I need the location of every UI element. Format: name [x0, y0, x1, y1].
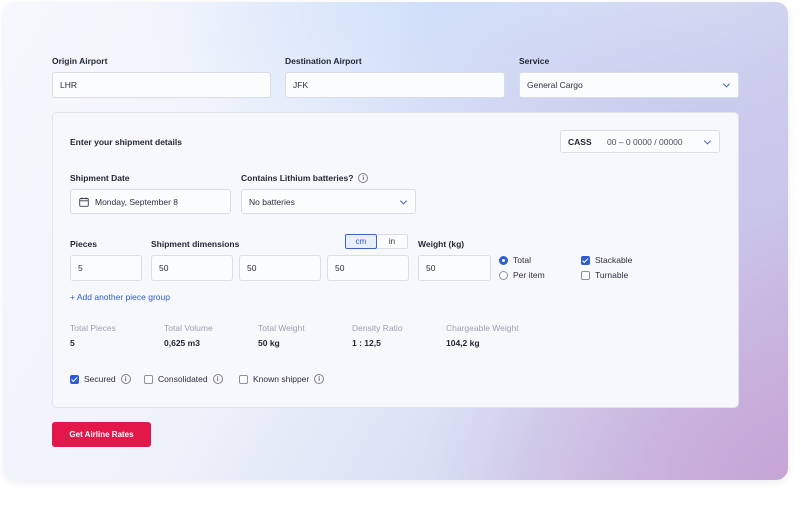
summary-label: Total Volume: [164, 323, 213, 333]
destination-input[interactable]: JFK: [285, 72, 505, 98]
checkbox-empty-icon: [581, 270, 590, 280]
known-shipper-label: Known shipper: [253, 374, 310, 384]
pieces-label: Pieces: [70, 239, 97, 249]
length-value: 50: [159, 263, 169, 273]
shipment-heading: Enter your shipment details: [70, 137, 182, 147]
chevron-down-icon: [703, 136, 712, 145]
weight-input[interactable]: 50: [418, 255, 491, 281]
lithium-select[interactable]: No batteries: [241, 189, 416, 214]
length-input[interactable]: 50: [151, 255, 233, 281]
weight-label: Weight (kg): [418, 239, 465, 249]
weight-total-label: Total: [513, 255, 531, 265]
shipment-date-input[interactable]: Monday, September 8: [70, 189, 231, 214]
summary-label: Density Ratio: [352, 323, 403, 333]
checkbox-checked-icon: [581, 255, 590, 265]
summary-label: Total Pieces: [70, 323, 116, 333]
width-value: 50: [247, 263, 257, 273]
dimensions-label: Shipment dimensions: [151, 239, 240, 249]
summary-value: 104,2 kg: [446, 338, 480, 348]
pieces-input[interactable]: 5: [70, 255, 142, 281]
cass-value: 00 – 0 0000 / 00000: [607, 136, 683, 147]
summary-value: 5: [70, 338, 75, 348]
stackable-label: Stackable: [595, 255, 633, 265]
summary-label: Total Weight: [258, 323, 305, 333]
consolidated-checkbox[interactable]: Consolidated i: [144, 374, 223, 384]
checkbox-checked-icon: [70, 374, 79, 384]
known-shipper-checkbox[interactable]: Known shipper i: [239, 374, 325, 384]
height-value: 50: [335, 263, 345, 273]
chevron-down-icon: [722, 80, 731, 88]
weight-value: 50: [426, 263, 436, 273]
chevron-down-icon: [399, 196, 408, 205]
shipment-date-label: Shipment Date: [70, 173, 130, 183]
stackable-checkbox[interactable]: Stackable: [581, 255, 632, 265]
turnable-label: Turnable: [595, 270, 629, 280]
shipment-date-value: Monday, September 8: [95, 196, 178, 207]
info-icon[interactable]: i: [358, 173, 369, 183]
destination-value: JFK: [293, 80, 309, 90]
unit-in-toggle[interactable]: in: [377, 234, 408, 249]
radio-selected-icon: [499, 255, 508, 265]
checkbox-empty-icon: [144, 374, 153, 384]
origin-value: LHR: [60, 80, 78, 90]
secured-label: Secured: [84, 374, 116, 384]
lithium-label-row: Contains Lithium batteries? i: [241, 173, 369, 183]
lithium-label: Contains Lithium batteries?: [241, 173, 354, 183]
get-airline-rates-button[interactable]: Get Airline Rates: [52, 422, 151, 447]
summary-value: 0,625 m3: [164, 338, 200, 348]
origin-label: Origin Airport: [52, 56, 108, 66]
calendar-icon: [79, 196, 89, 207]
turnable-checkbox[interactable]: Turnable: [581, 270, 628, 280]
width-input[interactable]: 50: [239, 255, 321, 281]
pieces-value: 5: [78, 263, 83, 273]
summary-value: 50 kg: [258, 338, 280, 348]
cass-select[interactable]: CASS 00 – 0 0000 / 00000: [560, 130, 720, 153]
info-icon[interactable]: i: [212, 374, 223, 384]
add-piece-group-link[interactable]: + Add another piece group: [70, 292, 170, 302]
cass-label: CASS: [568, 136, 592, 147]
weight-total-radio[interactable]: Total: [499, 255, 531, 265]
service-value: General Cargo: [527, 80, 583, 90]
info-icon[interactable]: i: [314, 374, 325, 384]
service-select[interactable]: General Cargo: [519, 72, 739, 98]
info-icon[interactable]: i: [120, 374, 131, 384]
destination-label: Destination Airport: [285, 56, 362, 66]
summary-value: 1 : 12,5: [352, 338, 381, 348]
weight-per-item-label: Per item: [513, 270, 545, 280]
origin-input[interactable]: LHR: [52, 72, 271, 98]
summary-label: Chargeable Weight: [446, 323, 519, 333]
checkbox-empty-icon: [239, 374, 248, 384]
weight-per-item-radio[interactable]: Per item: [499, 270, 545, 280]
unit-cm-toggle[interactable]: cm: [345, 234, 377, 249]
radio-empty-icon: [499, 270, 508, 280]
secured-checkbox[interactable]: Secured i: [70, 374, 131, 384]
service-label: Service: [519, 56, 550, 66]
height-input[interactable]: 50: [327, 255, 409, 281]
consolidated-label: Consolidated: [158, 374, 208, 384]
lithium-value: No batteries: [249, 196, 295, 207]
